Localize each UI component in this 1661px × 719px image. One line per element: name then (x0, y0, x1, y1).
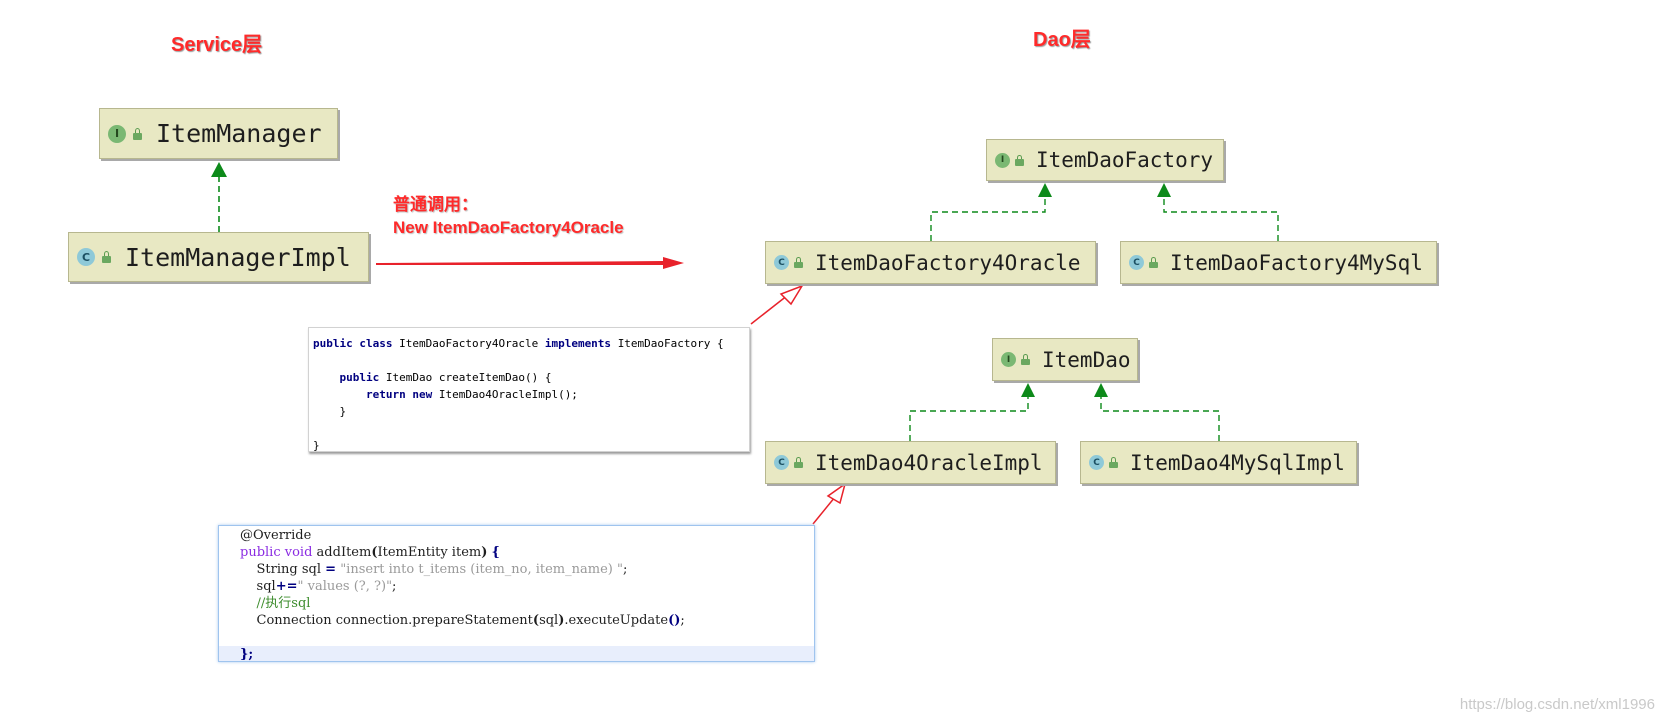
watermark: https://blog.csdn.net/xml1996 (1459, 696, 1655, 713)
public-lock-icon (794, 257, 803, 268)
code-keyword: class (359, 337, 393, 350)
public-lock-icon (1021, 354, 1030, 365)
code-text: .executeUpdate (564, 613, 669, 628)
code-text: Connection connection.prepareStatement (256, 613, 533, 628)
public-lock-icon (1015, 154, 1024, 166)
code-line: public void addItem(ItemEntity item) { (219, 544, 814, 561)
code-text: sql (539, 613, 559, 628)
code-line: return new ItemDao4OracleImpl(); (313, 386, 745, 403)
code-punct: ) (481, 545, 488, 560)
code-line: @Override (219, 527, 814, 544)
code-punct: }; (240, 647, 254, 662)
code-keyword: return (365, 388, 406, 401)
code-keyword: public (313, 337, 353, 350)
class-badge-icon: C (774, 255, 789, 270)
item-dao-interface[interactable]: I ItemDao (992, 338, 1138, 381)
code-line: String sql = "insert into t_items (item_… (219, 561, 814, 578)
code-line: } (313, 403, 745, 420)
item-dao-factory-oracle-class[interactable]: C ItemDaoFactory4Oracle (765, 241, 1096, 284)
interface-badge-icon: I (995, 152, 1010, 168)
code-text: addItem (316, 545, 372, 560)
code-comment: //执行sql (256, 596, 311, 611)
item-dao-oracle-impl-class[interactable]: C ItemDao4OracleImpl (765, 441, 1056, 484)
code-keyword: public void (240, 545, 313, 560)
code-text: } (339, 405, 347, 418)
call-note-line1: 普通调用： (393, 195, 478, 214)
code-operator: = (325, 562, 337, 577)
inherit-line-factory-mysql (1157, 183, 1279, 241)
code-keyword: public (339, 371, 380, 384)
call-note: 普通调用： New ItemDaoFactory4Oracle (393, 193, 624, 239)
code-line: //执行sql (219, 595, 814, 612)
class-label: ItemManagerImpl (125, 242, 351, 272)
item-dao-factory-mysql-class[interactable]: C ItemDaoFactory4MySql (1120, 241, 1437, 284)
class-badge-icon: C (774, 455, 789, 470)
code-text: String sql (256, 562, 326, 577)
item-manager-interface[interactable]: I ItemManager (99, 108, 338, 159)
item-dao-factory-interface[interactable]: I ItemDaoFactory (986, 139, 1224, 181)
factory-code-snippet: public class ItemDaoFactory4Oracle imple… (308, 327, 750, 452)
code-string: "insert into t_items (item_no, item_name… (340, 562, 623, 577)
code-punct: ; (392, 579, 397, 594)
code-text: ItemDao createItemDao() { (385, 371, 552, 384)
class-badge-icon: C (77, 248, 95, 266)
code-text: ItemDao4OracleImpl(); (438, 388, 578, 401)
code-text: } (313, 439, 320, 452)
public-lock-icon (101, 251, 111, 263)
class-badge-icon: C (1129, 255, 1144, 270)
class-label: ItemDaoFactory4Oracle (815, 250, 1081, 275)
class-label: ItemDaoFactory (1036, 148, 1214, 172)
public-lock-icon (1109, 457, 1118, 468)
code-punct: ; (680, 613, 685, 628)
code-operator: += (275, 579, 298, 594)
code-text: ItemEntity item (377, 545, 482, 560)
code-line: } (313, 437, 745, 452)
code-annotation: @Override (240, 528, 312, 543)
code-line: sql+=" values (?, ?)"; (219, 578, 814, 595)
additem-code-snippet: @Override public void addItem(ItemEntity … (218, 525, 815, 662)
public-lock-icon (794, 457, 803, 468)
code-text: sql (256, 579, 276, 594)
class-label: ItemDao4MySqlImpl (1130, 450, 1345, 475)
code-keyword: new (412, 388, 433, 401)
inherit-line-factory-oracle (930, 183, 1052, 241)
code-text: ItemDaoFactory4Oracle (399, 337, 539, 350)
interface-badge-icon: I (1001, 352, 1016, 367)
code-line: Connection connection.prepareStatement(s… (219, 612, 814, 629)
class-label: ItemDao4OracleImpl (815, 450, 1043, 475)
code-punct: { (491, 545, 500, 560)
callout-pointer-additem (812, 482, 847, 525)
inherit-line-dao-oracle (909, 383, 1035, 441)
code-keyword: implements (544, 337, 612, 350)
class-label: ItemDaoFactory4MySql (1170, 250, 1423, 275)
interface-badge-icon: I (108, 124, 126, 143)
class-label: ItemManager (156, 119, 322, 148)
item-manager-impl-class[interactable]: C ItemManagerImpl (68, 232, 369, 282)
code-punct: ; (622, 562, 628, 577)
code-punct: () (668, 613, 681, 628)
public-lock-icon (1149, 257, 1158, 268)
code-line: public ItemDao createItemDao() { (313, 369, 745, 386)
inherit-line-dao-mysql (1094, 383, 1220, 441)
code-line: public class ItemDaoFactory4Oracle imple… (313, 335, 745, 352)
class-badge-icon: C (1089, 455, 1104, 470)
code-string: " values (?, ?)" (297, 579, 393, 594)
code-line: }; (219, 646, 814, 662)
item-dao-mysql-impl-class[interactable]: C ItemDao4MySqlImpl (1080, 441, 1357, 484)
public-lock-icon (132, 127, 142, 140)
call-arrow (376, 257, 684, 269)
code-text: ItemDaoFactory { (617, 337, 724, 350)
class-label: ItemDao (1042, 347, 1131, 372)
call-note-line2: New ItemDaoFactory4Oracle (393, 218, 624, 237)
callout-pointer-factory (750, 284, 804, 325)
inherit-line-item-manager (211, 162, 227, 232)
